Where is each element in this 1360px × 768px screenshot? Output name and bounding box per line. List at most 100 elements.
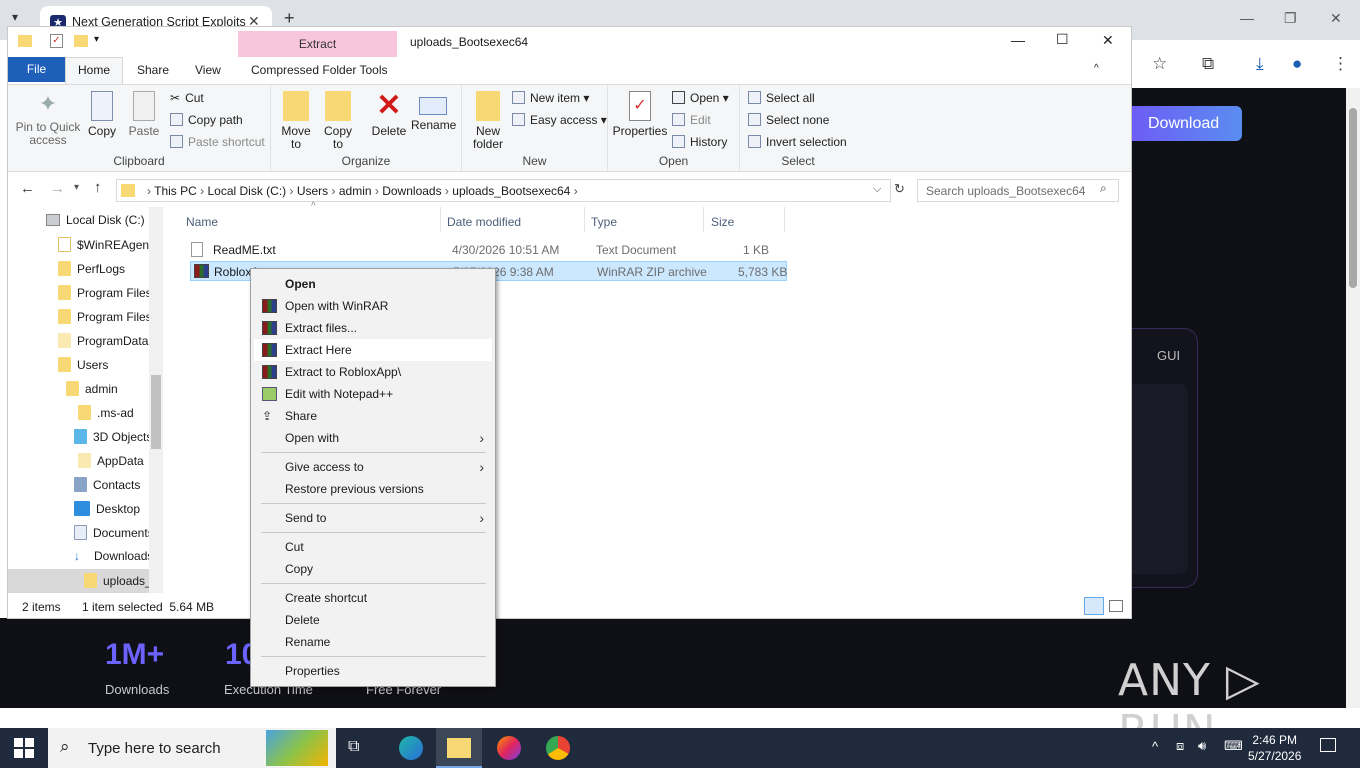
select-none-button[interactable]: Select none	[748, 113, 829, 127]
paste-button[interactable]: Paste	[124, 91, 164, 138]
network-icon[interactable]: ⧈	[1176, 738, 1184, 754]
menu-item-send-to[interactable]: Send to ›	[254, 507, 492, 529]
menu-item-open[interactable]: Open	[254, 273, 492, 295]
large-icons-view-icon[interactable]	[1109, 600, 1123, 612]
extract-context-tab[interactable]: Extract	[238, 31, 397, 57]
cut-button[interactable]: ✂ Cut	[170, 91, 204, 105]
column-divider[interactable]	[440, 207, 441, 232]
edge-icon[interactable]	[399, 736, 423, 760]
refresh-icon[interactable]: ↻	[894, 181, 905, 197]
tab-home[interactable]: Home	[65, 57, 123, 84]
properties-button[interactable]: ✓ Properties	[612, 91, 668, 138]
nav-item-program-files[interactable]: Program Files	[58, 285, 152, 300]
paste-shortcut-button[interactable]: Paste shortcut	[170, 135, 265, 149]
tab-view[interactable]: View	[195, 63, 221, 77]
taskbar-search-box[interactable]: ⌕ Type here to search	[48, 728, 336, 768]
column-date-modified[interactable]: Date modified	[447, 215, 521, 229]
menu-item-give-access[interactable]: Give access to ›	[254, 456, 492, 478]
breadcrumb-uploads[interactable]: uploads_Bootsexec64	[452, 184, 570, 198]
table-row[interactable]: ReadME.txt 4/30/2026 10:51 AM Text Docum…	[183, 240, 780, 260]
tab-file[interactable]: File	[8, 57, 65, 82]
nav-item-programdata[interactable]: ProgramData	[58, 333, 148, 348]
back-arrow-icon[interactable]: ←	[20, 180, 35, 197]
nav-item-appdata[interactable]: AppData	[78, 453, 144, 468]
address-dropdown-icon[interactable]: ⌵	[873, 183, 881, 196]
tab-search-icon[interactable]: ▾	[12, 10, 18, 24]
column-size[interactable]: Size	[711, 215, 734, 229]
breadcrumb-local-disk[interactable]: Local Disk (C:)	[207, 184, 286, 198]
column-name[interactable]: Name	[186, 215, 218, 229]
menu-item-open-with-winrar[interactable]: Open with WinRAR	[254, 295, 492, 317]
task-view-icon[interactable]: ⧉	[348, 738, 372, 762]
collapse-ribbon-icon[interactable]: ^	[1094, 63, 1099, 74]
rename-button[interactable]: Rename	[411, 91, 456, 132]
easy-access-button[interactable]: Easy access ▾	[512, 113, 607, 127]
up-arrow-icon[interactable]: ↑	[94, 179, 102, 196]
copy-button[interactable]: Copy	[82, 91, 122, 138]
move-to-button[interactable]: Move to	[277, 91, 315, 151]
open-button[interactable]: Open ▾	[672, 91, 729, 105]
menu-item-extract-to[interactable]: Extract to RobloxApp\	[254, 361, 492, 383]
notification-icon[interactable]	[1320, 738, 1336, 752]
firefox-icon[interactable]	[497, 736, 521, 760]
copy-path-button[interactable]: Copy path	[170, 113, 243, 127]
nav-scrollbar-thumb[interactable]	[151, 375, 161, 449]
chrome-icon[interactable]	[546, 736, 570, 760]
extensions-icon[interactable]: ⧉	[1202, 54, 1214, 74]
nav-item-local-disk[interactable]: Local Disk (C:)	[46, 213, 145, 227]
download-button[interactable]: Download	[1132, 106, 1242, 141]
nav-item-perflogs[interactable]: PerfLogs	[58, 261, 125, 276]
new-folder-quick-icon[interactable]	[74, 35, 88, 47]
explorer-maximize-button[interactable]: ☐	[1056, 31, 1069, 48]
details-view-icon[interactable]	[1084, 597, 1104, 615]
menu-item-extract-files[interactable]: Extract files...	[254, 317, 492, 339]
browser-restore-button[interactable]: ❐	[1284, 10, 1297, 27]
breadcrumb-this-pc[interactable]: This PC	[154, 184, 197, 198]
delete-button[interactable]: ✕ Delete	[369, 91, 409, 138]
menu-item-delete[interactable]: Delete	[254, 609, 492, 631]
history-button[interactable]: History	[672, 135, 727, 149]
menu-item-share[interactable]: ⇪ Share	[254, 405, 492, 427]
nav-item-3d-objects[interactable]: 3D Objects	[74, 429, 152, 444]
language-icon[interactable]: ⌨	[1224, 738, 1243, 754]
menu-item-properties[interactable]: Properties	[254, 660, 492, 682]
profile-icon[interactable]: ●	[1292, 54, 1302, 74]
new-item-button[interactable]: New item ▾	[512, 91, 589, 105]
nav-item-admin[interactable]: admin	[66, 381, 118, 396]
tab-compressed-folder-tools[interactable]: Compressed Folder Tools	[251, 63, 388, 77]
recent-dropdown-icon[interactable]: ▾	[74, 182, 79, 193]
nav-item-ms-ad[interactable]: .ms-ad	[78, 405, 134, 420]
tab-share[interactable]: Share	[137, 63, 169, 77]
nav-scrollbar[interactable]	[149, 207, 163, 593]
explorer-close-button[interactable]: ✕	[1102, 32, 1114, 49]
page-scrollbar[interactable]	[1346, 88, 1360, 708]
nav-item-program-files-x86[interactable]: Program Files	[58, 309, 152, 324]
address-bar[interactable]: › This PC › Local Disk (C:) › Users › ad…	[116, 179, 891, 202]
menu-item-extract-here[interactable]: Extract Here	[254, 339, 492, 361]
bookmark-star-icon[interactable]: ☆	[1152, 54, 1167, 74]
column-divider[interactable]	[784, 207, 785, 232]
menu-item-rename[interactable]: Rename	[254, 631, 492, 653]
search-input[interactable]: Search uploads_Bootsexec64	[917, 179, 1119, 202]
nav-item-winreagent[interactable]: $WinREAgent	[58, 237, 152, 252]
browser-minimize-button[interactable]: —	[1240, 10, 1254, 26]
menu-item-copy[interactable]: Copy	[254, 558, 492, 580]
forward-arrow-icon[interactable]: →	[50, 180, 65, 197]
windows-start-icon[interactable]	[14, 738, 34, 758]
copy-to-button[interactable]: Copy to	[319, 91, 357, 151]
nav-item-desktop[interactable]: Desktop	[74, 501, 140, 516]
menu-item-create-shortcut[interactable]: Create shortcut	[254, 587, 492, 609]
menu-item-restore-versions[interactable]: Restore previous versions	[254, 478, 492, 500]
explorer-minimize-button[interactable]: —	[1011, 32, 1025, 48]
tray-overflow-icon[interactable]: ^	[1152, 739, 1158, 754]
explorer-taskbar-button[interactable]	[436, 728, 482, 768]
taskbar-clock[interactable]: 2:46 PM 5/27/2026	[1248, 732, 1301, 764]
column-divider[interactable]	[703, 207, 704, 232]
invert-selection-button[interactable]: Invert selection	[748, 135, 847, 149]
edit-button[interactable]: Edit	[672, 113, 711, 127]
menu-item-cut[interactable]: Cut	[254, 536, 492, 558]
page-scrollbar-thumb[interactable]	[1349, 108, 1357, 288]
nav-item-users[interactable]: Users	[58, 357, 108, 372]
menu-item-open-with[interactable]: Open with ›	[254, 427, 492, 449]
column-type[interactable]: Type	[591, 215, 617, 229]
